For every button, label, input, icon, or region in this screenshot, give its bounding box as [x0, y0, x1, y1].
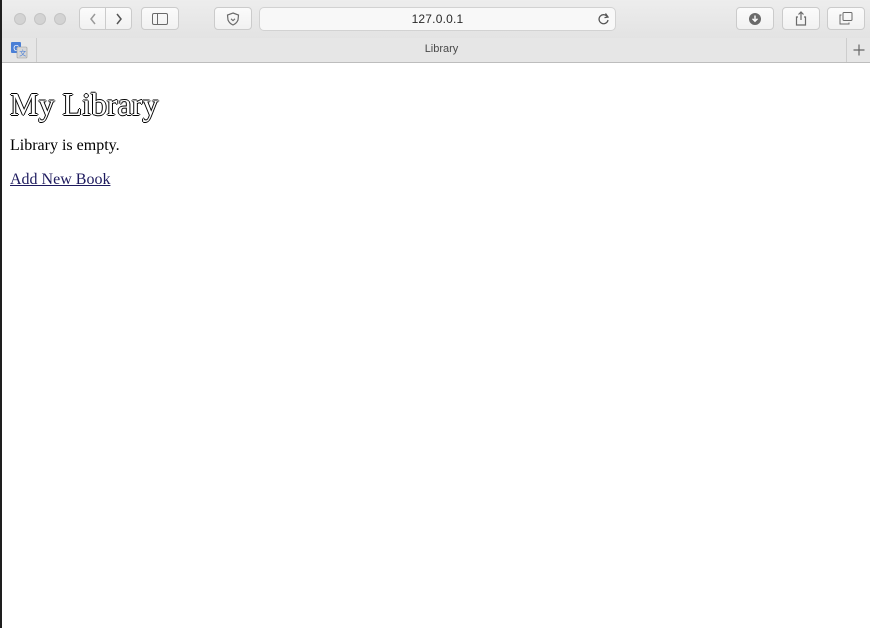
- share-icon: [795, 11, 807, 26]
- privacy-shield-button[interactable]: [214, 7, 252, 30]
- tabs-icon: [839, 12, 853, 25]
- zoom-window-icon[interactable]: [54, 13, 66, 25]
- downloads-button[interactable]: [736, 7, 774, 30]
- add-new-book-link[interactable]: Add New Book: [10, 170, 110, 190]
- svg-text:文: 文: [19, 49, 26, 58]
- address-bar[interactable]: 127.0.0.1: [259, 7, 616, 31]
- minimize-window-icon[interactable]: [34, 13, 46, 25]
- tab-library[interactable]: Library: [37, 43, 846, 55]
- address-text: 127.0.0.1: [411, 12, 464, 26]
- back-button[interactable]: [79, 7, 106, 30]
- close-window-icon[interactable]: [14, 13, 26, 25]
- tab-bar: G 文 Library: [0, 38, 870, 63]
- forward-button[interactable]: [105, 7, 132, 30]
- empty-library-message: Library is empty.: [10, 137, 120, 154]
- download-icon: [749, 12, 761, 25]
- new-tab-button[interactable]: [846, 38, 870, 62]
- share-button[interactable]: [782, 7, 820, 30]
- tabs-overview-button[interactable]: [827, 7, 865, 30]
- reload-icon[interactable]: [597, 12, 610, 31]
- page-content: My Library Library is empty. Add New Boo…: [10, 63, 860, 190]
- chevron-left-icon: [89, 13, 96, 24]
- browser-window: 127.0.0.1 G 文 Library My Library Library…: [0, 0, 870, 628]
- browser-toolbar: 127.0.0.1: [0, 0, 870, 39]
- page-title: My Library: [10, 86, 159, 122]
- sidebar-toggle-button[interactable]: [141, 7, 179, 30]
- shield-icon: [226, 11, 240, 26]
- chevron-right-icon: [115, 13, 122, 24]
- sidebar-icon: [152, 12, 168, 25]
- plus-icon: [853, 44, 864, 56]
- google-translate-icon[interactable]: G 文: [0, 38, 37, 62]
